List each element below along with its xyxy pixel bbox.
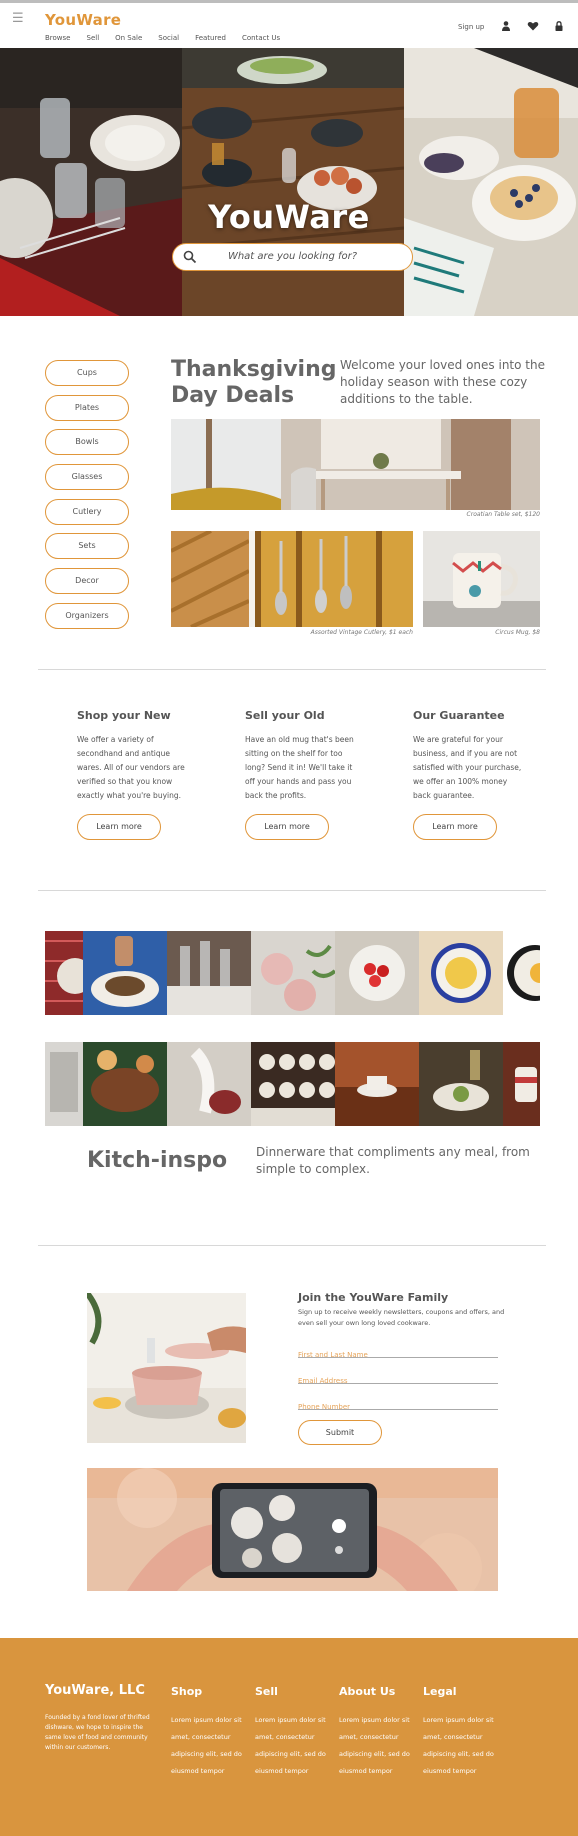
nav-sell[interactable]: Sell [87, 34, 100, 42]
name-field[interactable] [298, 1342, 498, 1362]
cookware-photo [87, 1293, 246, 1443]
category-cups[interactable]: Cups [45, 360, 129, 386]
category-glasses[interactable]: Glasses [45, 464, 129, 490]
deals-title: Thanksgiving Day Deals [171, 357, 337, 408]
footer-about-us-body: Lorem ipsum dolor sit amet, consectetur … [339, 1716, 410, 1775]
footer-sell-title[interactable]: Sell [255, 1685, 278, 1698]
section-divider-1 [38, 669, 546, 670]
hero-photo-dinner-table [182, 48, 404, 316]
gallery-photo[interactable] [251, 931, 337, 1015]
gallery-photo[interactable] [83, 1042, 167, 1126]
category-decor[interactable]: Decor [45, 568, 129, 594]
name-input[interactable] [298, 1348, 498, 1362]
section-divider-3 [38, 1245, 546, 1246]
shop-new-title: Shop your New [77, 709, 171, 722]
footer-sell-body: Lorem ipsum dolor sit amet, consectetur … [255, 1716, 326, 1775]
mug-photo[interactable] [423, 531, 540, 627]
menu-icon[interactable]: ☰ [12, 11, 24, 26]
hero-banner: YouWare What are you looking for? [0, 48, 578, 316]
footer-brand[interactable]: YouWare, LLC [45, 1683, 145, 1698]
kitch-inspo-title: Kitch-inspo [87, 1148, 228, 1173]
hero-photo-pancakes [404, 48, 578, 316]
search-placeholder: What are you looking for? [227, 251, 358, 262]
nav-social[interactable]: Social [158, 34, 179, 42]
site-header: ☰ YouWare Browse Sell On Sale Social Fea… [0, 3, 578, 48]
shop-new-body: We offer a variety of secondhand and ant… [77, 735, 185, 800]
guarantee-title: Our Guarantee [413, 709, 505, 722]
guarantee-learn-more-button[interactable]: Learn more [413, 814, 497, 840]
section-divider-2 [38, 890, 546, 891]
user-icon[interactable] [500, 20, 512, 32]
join-title: Join the YouWare Family [298, 1291, 449, 1304]
hero-title: YouWare [208, 198, 370, 236]
email-field[interactable] [298, 1368, 498, 1388]
main-nav: Browse Sell On Sale Social Featured Cont… [45, 34, 296, 42]
deals-description: Welcome your loved ones into the holiday… [340, 358, 545, 406]
sell-old-title: Sell your Old [245, 709, 325, 722]
gallery-photo[interactable] [83, 931, 167, 1015]
inspo-gallery-row-1 [45, 931, 540, 1015]
gallery-photo[interactable] [419, 931, 503, 1015]
hero-photo-glassware [0, 48, 182, 316]
site-footer: YouWare, LLC Founded by a fond lover of … [0, 1638, 578, 1836]
gallery-photo[interactable] [45, 1042, 83, 1126]
sign-up-link[interactable]: Sign up [458, 23, 484, 31]
category-bowls[interactable]: Bowls [45, 429, 129, 455]
footer-about-us-title[interactable]: About Us [339, 1685, 395, 1698]
nav-on-sale[interactable]: On Sale [115, 34, 142, 42]
gallery-photo[interactable] [167, 931, 251, 1015]
search-bar[interactable]: What are you looking for? [172, 243, 413, 271]
gallery-photo[interactable] [335, 1042, 419, 1126]
lock-icon[interactable] [553, 20, 565, 32]
category-organizers[interactable]: Organizers [45, 603, 129, 629]
phone-field[interactable] [298, 1394, 498, 1414]
phone-photo-banner [87, 1468, 498, 1591]
gallery-photo[interactable] [419, 1042, 503, 1126]
guarantee-body: We are grateful for your business, and i… [413, 735, 522, 800]
footer-about: Founded by a fond lover of thrifted dish… [45, 1714, 150, 1751]
footer-legal-body: Lorem ipsum dolor sit amet, consectetur … [423, 1716, 494, 1775]
footer-shop-body: Lorem ipsum dolor sit amet, consectetur … [171, 1716, 242, 1775]
nav-contact-us[interactable]: Contact Us [242, 34, 280, 42]
gallery-photo[interactable] [335, 931, 419, 1015]
cutlery-caption: Assorted Vintage Cutlery, $1 each [310, 629, 413, 636]
table-set-caption: Croatian Table set, $120 [466, 511, 540, 518]
shop-new-learn-more-button[interactable]: Learn more [77, 814, 161, 840]
cutlery-photo[interactable] [171, 531, 413, 627]
mug-caption: Circus Mug, $8 [495, 629, 540, 636]
gallery-photo[interactable] [503, 1042, 540, 1126]
submit-button[interactable]: Submit [298, 1420, 382, 1445]
category-cutlery[interactable]: Cutlery [45, 499, 129, 525]
category-plates[interactable]: Plates [45, 395, 129, 421]
site-logo[interactable]: YouWare [45, 11, 121, 29]
category-sets[interactable]: Sets [45, 533, 129, 559]
footer-shop-title[interactable]: Shop [171, 1685, 202, 1698]
nav-browse[interactable]: Browse [45, 34, 71, 42]
heart-icon[interactable] [527, 20, 539, 32]
gallery-photo[interactable] [251, 1042, 335, 1126]
inspo-gallery-row-2 [45, 1042, 540, 1126]
nav-featured[interactable]: Featured [195, 34, 226, 42]
phone-input[interactable] [298, 1400, 498, 1414]
sell-old-body: Have an old mug that's been sitting on t… [245, 735, 354, 800]
gallery-photo[interactable] [503, 931, 540, 1015]
sell-old-learn-more-button[interactable]: Learn more [245, 814, 329, 840]
kitch-inspo-description: Dinnerware that compliments any meal, fr… [256, 1145, 530, 1176]
email-input[interactable] [298, 1374, 498, 1388]
gallery-photo[interactable] [167, 1042, 251, 1126]
join-description: Sign up to receive weekly newsletters, c… [298, 1308, 505, 1327]
footer-legal-title[interactable]: Legal [423, 1685, 457, 1698]
table-set-photo[interactable] [171, 419, 540, 510]
